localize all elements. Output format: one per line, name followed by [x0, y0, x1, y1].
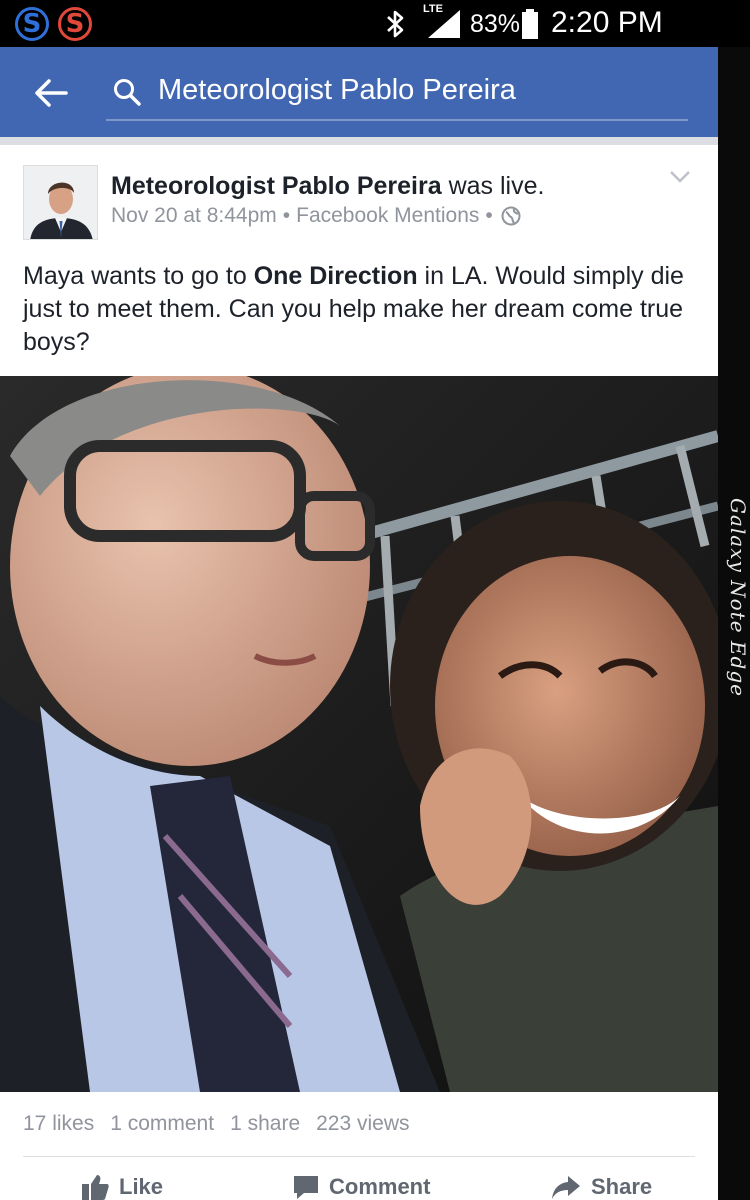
shares-count[interactable]: 1 share	[230, 1112, 300, 1135]
post-stats: 17 likes 1 comment 1 share 223 views	[23, 1112, 426, 1136]
meta-separator: •	[282, 204, 291, 227]
likes-count[interactable]: 17 likes	[23, 1112, 94, 1135]
signal-icon	[428, 10, 460, 38]
comment-label: Comment	[329, 1174, 431, 1199]
search-input[interactable]: Meteorologist Pablo Pereira	[106, 65, 688, 121]
search-header: Meteorologist Pablo Pereira	[0, 47, 718, 137]
live-video-frame[interactable]	[0, 376, 718, 1092]
share-arrow-icon	[552, 1176, 580, 1199]
back-arrow-icon[interactable]	[30, 73, 70, 113]
app-s-letter: S	[22, 9, 42, 39]
author-name-link[interactable]: Meteorologist Pablo Pereira	[111, 172, 442, 200]
globe-privacy-icon	[501, 206, 521, 226]
battery-percentage: 83%	[470, 10, 521, 38]
stats-divider	[23, 1156, 695, 1157]
post-source: Facebook Mentions	[296, 204, 480, 227]
bluetooth-icon	[387, 10, 404, 38]
comment-button[interactable]: Comment	[292, 1170, 430, 1200]
search-icon	[114, 79, 141, 106]
post-timestamp[interactable]: Nov 20 at 8:44pm	[111, 204, 277, 228]
status-bar: S S LTE 83% 2:20 PM	[0, 0, 750, 47]
app-s-icon-blue: S	[15, 7, 49, 41]
device-edge-label: Galaxy Note Edge	[726, 498, 750, 697]
like-button[interactable]: Like	[80, 1170, 163, 1200]
post-card: Meteorologist Pablo Pereira was live. No…	[0, 145, 718, 1200]
comment-bubble-icon	[294, 1176, 318, 1199]
share-label: Share	[591, 1174, 653, 1199]
post-author-line: Meteorologist Pablo Pereira was live.	[111, 172, 544, 201]
views-count: 223 views	[316, 1112, 410, 1135]
post-message-part: Maya wants to go to	[23, 262, 254, 290]
meta-separator: •	[485, 204, 493, 227]
feed-divider	[0, 137, 718, 145]
chevron-down-icon[interactable]	[668, 169, 692, 185]
post-meta: Nov 20 at 8:44pm • Facebook Mentions •	[111, 204, 521, 228]
app-s-letter: S	[65, 9, 85, 39]
post-message: Maya wants to go to One Direction in LA.…	[23, 260, 693, 359]
battery-icon	[522, 9, 538, 39]
avatar-portrait-image	[24, 166, 97, 239]
app-s-icon-red: S	[58, 7, 92, 41]
video-still-image	[0, 376, 718, 1092]
like-label: Like	[119, 1174, 164, 1199]
author-action-text: was live.	[441, 172, 545, 200]
post-message-mention: One Direction	[253, 262, 418, 290]
share-button[interactable]: Share	[550, 1170, 652, 1200]
search-query-text: Meteorologist Pablo Pereira	[158, 74, 516, 106]
comments-count[interactable]: 1 comment	[110, 1112, 214, 1135]
thumbs-up-icon	[82, 1175, 109, 1200]
author-avatar[interactable]	[23, 165, 98, 240]
clock: 2:20 PM	[551, 6, 663, 39]
